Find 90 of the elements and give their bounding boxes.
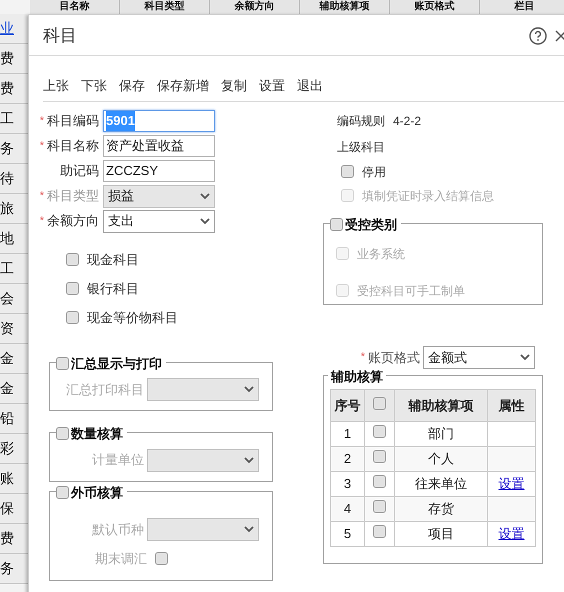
checkbox-label: 银行科目	[87, 280, 139, 298]
info-label: 编码规则	[337, 113, 385, 130]
field-label: 计量单位	[92, 451, 144, 470]
required-asterisk: *	[40, 188, 44, 204]
dialog-title: 科目	[43, 25, 77, 48]
required-asterisk: *	[40, 114, 44, 129]
checkbox-label: 期末调汇	[95, 550, 147, 568]
field-label: 科目类型	[47, 187, 99, 206]
checkbox[interactable]	[341, 165, 354, 178]
dropdown-select[interactable]	[147, 448, 259, 472]
checkbox[interactable]	[373, 525, 386, 538]
checkbox[interactable]	[373, 450, 386, 464]
checkbox[interactable]	[330, 218, 343, 232]
checkbox[interactable]	[56, 427, 69, 440]
checkbox-label: 现金等价物科目	[87, 308, 178, 327]
chevron-down-icon	[244, 526, 254, 533]
field-label: 余额方向	[47, 212, 99, 230]
toolbar-button[interactable]: 下张	[81, 76, 107, 96]
sheet-cell: 铅	[0, 404, 30, 434]
toolbar-button[interactable]: 保存	[119, 76, 145, 96]
field-label: 账页格式	[368, 348, 420, 367]
group-title: 汇总显示与打印	[69, 354, 166, 374]
checkbox[interactable]	[155, 552, 168, 566]
toolbar-button[interactable]: 设置	[259, 76, 285, 96]
field-label: 默认币种	[92, 520, 144, 539]
checkbox-label: 停用	[362, 164, 386, 180]
info-value: 4-2-2	[393, 113, 422, 130]
group-title: 辅助核算	[328, 367, 386, 386]
checkbox-label: 填制凭证时录入结算信息	[362, 188, 494, 204]
checkbox[interactable]	[373, 396, 386, 410]
dropdown-select[interactable]	[147, 518, 259, 541]
group-title: 外币核算	[69, 483, 127, 502]
toolbar-button[interactable]: 上张	[43, 76, 69, 96]
sheet-cell: 地	[0, 224, 30, 254]
chevron-down-icon	[520, 354, 530, 361]
text-input[interactable]: 资产处置收益	[103, 135, 215, 157]
checkbox[interactable]	[66, 282, 79, 295]
group-title: 受控类别	[343, 215, 401, 234]
table-cell: 5	[330, 522, 364, 546]
checkbox[interactable]	[373, 425, 386, 438]
checkbox[interactable]	[56, 486, 69, 500]
sheet-cell: 工	[0, 104, 30, 134]
toolbar-button[interactable]: 保存新增	[157, 76, 209, 96]
group-title: 数量核算	[69, 424, 127, 444]
chevron-down-icon	[244, 456, 254, 464]
field-label: 科目名称	[47, 137, 99, 156]
chevron-down-icon	[244, 386, 254, 393]
toolbar-button[interactable]: 退出	[297, 76, 323, 96]
required-asterisk: *	[40, 138, 44, 154]
close-icon[interactable]	[555, 30, 564, 42]
field-label: 助记码	[60, 162, 99, 180]
sheet-cell: 待	[0, 164, 30, 194]
dropdown-select[interactable]: 金额式	[423, 346, 535, 369]
sheet-cell: 费	[0, 74, 30, 104]
sheet-cell: 务	[0, 554, 30, 584]
info-label: 上级科目	[337, 139, 385, 156]
sheet-cell: 旅	[0, 194, 30, 224]
checkbox[interactable]	[373, 500, 386, 514]
sheet-cell: 账	[0, 464, 30, 494]
sheet-cell: 金	[0, 374, 30, 404]
sheet-cell: 保	[0, 494, 30, 524]
sheet-cell: 工	[0, 254, 30, 284]
sheet-cell: 金	[0, 344, 30, 374]
text-input[interactable]: ZCCZSY	[103, 160, 215, 182]
sheet-cell: 彩	[0, 434, 30, 464]
toolbar-button[interactable]: 复制	[221, 76, 247, 96]
dropdown-select[interactable]	[147, 378, 259, 401]
help-icon[interactable]	[529, 27, 547, 45]
required-asterisk: *	[40, 214, 44, 229]
sheet-cell: 会	[0, 284, 30, 314]
checkbox[interactable]	[66, 311, 79, 324]
chevron-down-icon	[200, 218, 210, 224]
field-label: 汇总打印科目	[66, 380, 144, 399]
checkbox[interactable]	[66, 253, 79, 266]
required-asterisk: *	[360, 350, 365, 366]
field-label: 科目编码	[47, 112, 99, 130]
sheet-cell: 业	[0, 14, 30, 44]
sheet-cell: 费	[0, 44, 30, 74]
sheet-cell: 务	[0, 134, 30, 164]
chevron-down-icon	[200, 192, 210, 200]
checkbox-label: 业务系统	[357, 246, 405, 262]
checkbox[interactable]	[56, 357, 69, 370]
checkbox-label: 受控科目可手工制单	[357, 282, 465, 300]
sheet-cell: 资	[0, 314, 30, 344]
table-cell: 项目	[394, 522, 488, 546]
column-header: 序号	[330, 390, 364, 422]
dropdown-select[interactable]: 支出	[103, 210, 215, 232]
sheet-cell: 费	[0, 524, 30, 554]
checkbox-label: 现金科目	[87, 250, 139, 269]
checkbox[interactable]	[373, 475, 386, 488]
